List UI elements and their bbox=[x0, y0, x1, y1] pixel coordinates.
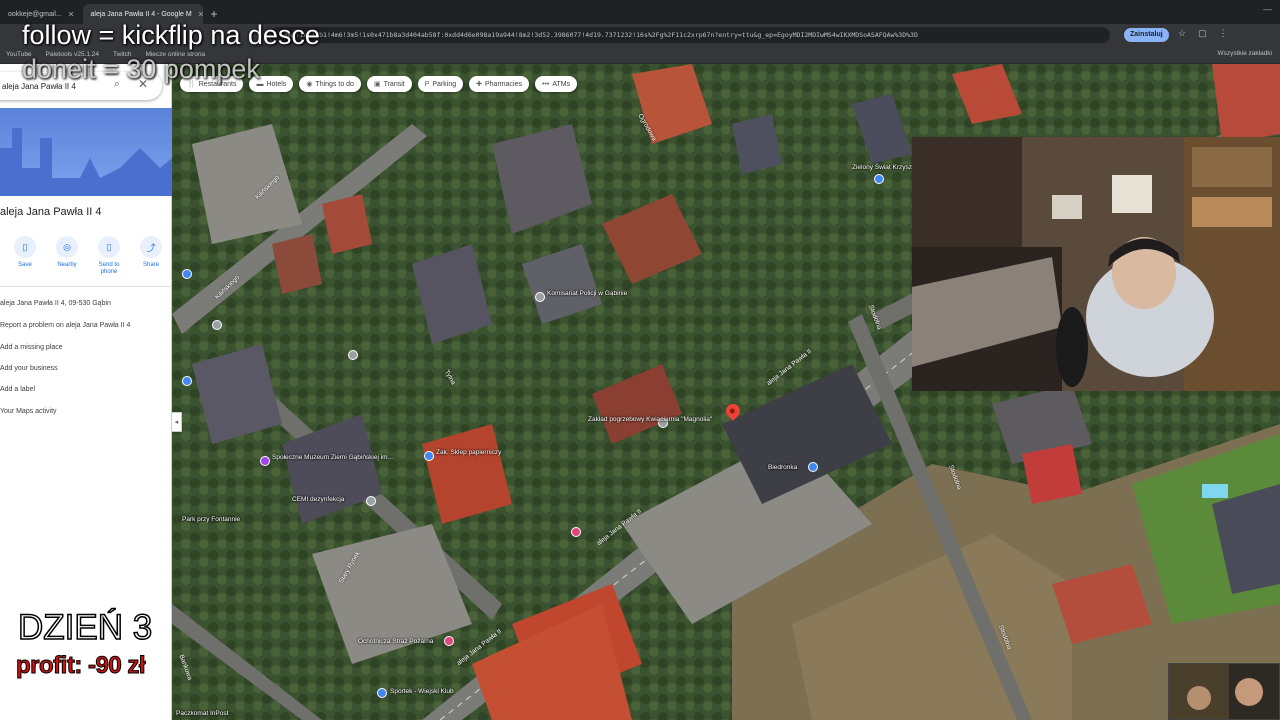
chip-transit[interactable]: ▣ Transit bbox=[366, 76, 412, 92]
tab-label: ookkeje@gmail... bbox=[8, 10, 62, 18]
minimize-icon[interactable]: — bbox=[1263, 4, 1272, 14]
nearby-button[interactable]: ◎ Nearby bbox=[49, 236, 85, 276]
secondary-camera-overlay bbox=[1168, 663, 1280, 720]
place-label[interactable]: Zak. Sklep papierniczy bbox=[436, 449, 501, 456]
sport-marker[interactable] bbox=[377, 688, 387, 698]
pharmacy-icon: ✚ bbox=[476, 81, 482, 88]
place-label[interactable]: Paczkomat InPost bbox=[176, 710, 228, 717]
atm-icon: ••• bbox=[541, 80, 550, 88]
place-label[interactable]: Społeczne Muzeum Ziemi Gąbińskiej im... bbox=[272, 454, 393, 461]
place-label[interactable]: Komisariat Policji w Gąbinie bbox=[547, 290, 627, 297]
action-label: Nearby bbox=[57, 262, 77, 268]
close-tab-icon[interactable]: ✕ bbox=[68, 10, 75, 19]
hero-illustration bbox=[0, 128, 172, 196]
action-label: Send to phone bbox=[98, 262, 120, 275]
webcam-overlay bbox=[912, 137, 1280, 391]
action-label: Save bbox=[18, 262, 32, 268]
chip-things-to-do[interactable]: ◉ Things to do bbox=[299, 76, 361, 92]
chip-parking[interactable]: P Parking bbox=[417, 76, 464, 92]
send-to-phone-button[interactable]: ▯ Send to phone bbox=[91, 236, 127, 276]
place-actions: ▯ Save ◎ Nearby ▯ Send to phone ⤴ Share bbox=[0, 236, 172, 276]
follow-goal-text: follow = kickflip na desce bbox=[22, 20, 320, 50]
all-bookmarks[interactable]: Wszystkie zakładki bbox=[1217, 50, 1272, 57]
secondary-camera-feed bbox=[1169, 664, 1279, 719]
shop-marker[interactable] bbox=[424, 451, 434, 461]
place-marker[interactable] bbox=[348, 350, 358, 360]
address-row[interactable]: aleja Jana Pawła II 4, 09-530 Gąbin bbox=[0, 300, 111, 307]
donation-goal-text: doneit = 30 pompek bbox=[22, 54, 260, 84]
place-marker[interactable] bbox=[212, 320, 222, 330]
action-label: Share bbox=[142, 262, 159, 268]
shop-marker[interactable] bbox=[808, 462, 818, 472]
museum-marker[interactable] bbox=[260, 456, 270, 466]
install-button[interactable]: Zainstaluj bbox=[1124, 28, 1169, 42]
chip-label: Hotels bbox=[266, 80, 287, 88]
chip-pharmacies[interactable]: ✚ Pharmacies bbox=[469, 76, 529, 92]
webcam-feed bbox=[912, 137, 1280, 391]
phone-icon: ▯ bbox=[98, 236, 120, 258]
extensions-icon[interactable]: ▢ bbox=[1198, 28, 1207, 39]
collapse-panel-button[interactable]: ◂ bbox=[172, 412, 182, 432]
screen: ookkeje@gmail... ✕ aleja Jana Pawła II 4… bbox=[0, 0, 1280, 720]
share-icon: ⤴ bbox=[140, 236, 162, 258]
add-label-link[interactable]: Add a label bbox=[0, 386, 35, 393]
chip-label: Parking bbox=[432, 80, 457, 88]
place-marker[interactable] bbox=[874, 174, 884, 184]
tab-label: aleja Jana Pawła II 4 - Google M bbox=[90, 10, 192, 18]
chip-label: Pharmacies bbox=[485, 80, 522, 88]
save-button[interactable]: ▯ Save bbox=[7, 236, 43, 276]
place-label[interactable]: Biedronka bbox=[768, 464, 797, 471]
parking-icon: P bbox=[424, 80, 430, 88]
attraction-icon: ◉ bbox=[306, 81, 313, 88]
transit-icon: ▣ bbox=[373, 81, 381, 88]
star-icon[interactable]: ☆ bbox=[1178, 28, 1186, 39]
menu-icon[interactable]: ⋮ bbox=[1219, 28, 1228, 39]
share-button[interactable]: ⤴ Share bbox=[133, 236, 169, 276]
chip-label: Transit bbox=[383, 80, 405, 88]
day-counter: DZIEŃ 3 bbox=[17, 607, 153, 648]
fire-station-marker[interactable] bbox=[444, 636, 454, 646]
add-business-link[interactable]: Add your business bbox=[0, 365, 58, 372]
place-label[interactable]: CEMI dezynfekcja bbox=[292, 496, 344, 503]
place-marker[interactable] bbox=[571, 527, 581, 537]
place-marker[interactable] bbox=[182, 376, 192, 386]
chip-label: Things to do bbox=[315, 80, 354, 88]
chip-atms[interactable]: ••• ATMs bbox=[534, 76, 578, 92]
place-label[interactable]: Ochotnicza Straż Pożarna bbox=[358, 638, 434, 645]
business-marker[interactable] bbox=[366, 496, 376, 506]
browser-toolbar-icons: ☆ ▢ ⋮ bbox=[1178, 28, 1228, 39]
maps-activity-link[interactable]: Your Maps activity bbox=[0, 408, 57, 415]
place-marker[interactable] bbox=[182, 269, 192, 279]
window-controls: — bbox=[1263, 4, 1272, 14]
place-label[interactable]: Sportek - Wiejski Klub bbox=[390, 688, 454, 695]
place-title: aleja Jana Pawła II 4 bbox=[0, 206, 102, 218]
address-bar[interactable]: =3m1!1e3!4b1!4m6!3m5!1s0x471b8a3d404ab58… bbox=[270, 27, 1110, 43]
police-marker[interactable] bbox=[535, 292, 545, 302]
add-missing-place-link[interactable]: Add a missing place bbox=[0, 344, 63, 351]
chip-label: ATMs bbox=[552, 80, 571, 88]
place-hero-image bbox=[0, 108, 172, 196]
profit-counter: profit: -90 zł bbox=[16, 652, 147, 680]
nearby-icon: ◎ bbox=[56, 236, 78, 258]
place-label[interactable]: Park przy Fontannie bbox=[182, 516, 240, 523]
place-label[interactable]: Zakład pogrzebowy Kwiaciarnia "Magnolia" bbox=[588, 416, 712, 423]
report-problem-link[interactable]: Report a problem on aleja Jana Pawła II … bbox=[0, 322, 130, 329]
divider bbox=[0, 286, 172, 287]
bookmark-icon: ▯ bbox=[14, 236, 36, 258]
